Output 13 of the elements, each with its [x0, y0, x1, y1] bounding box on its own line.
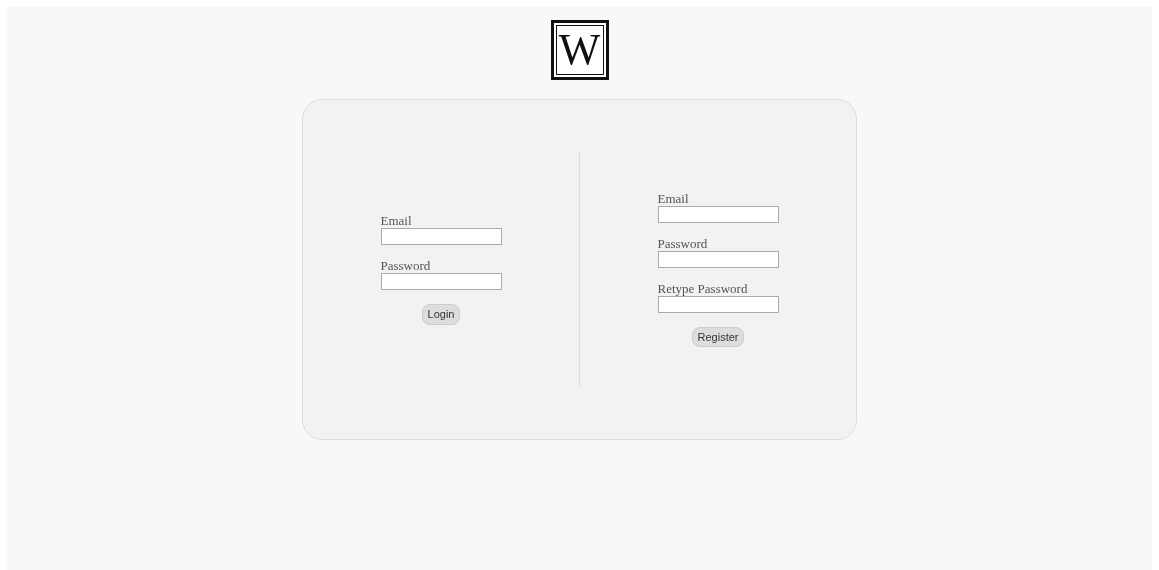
submit-button[interactable]: Login [421, 304, 461, 325]
input-field[interactable] [657, 295, 779, 313]
field-label: Retype Password [657, 281, 749, 296]
input-field[interactable] [380, 228, 502, 246]
submit-button[interactable]: Register [691, 326, 745, 348]
input-field[interactable] [657, 250, 779, 268]
field-label: Password [380, 259, 432, 274]
field-label: Password [657, 236, 709, 251]
input-field[interactable] [380, 273, 502, 291]
field-label: Email [380, 214, 413, 229]
input-field[interactable] [657, 205, 779, 223]
logo: W [550, 20, 609, 80]
field-label: Email [657, 191, 690, 206]
